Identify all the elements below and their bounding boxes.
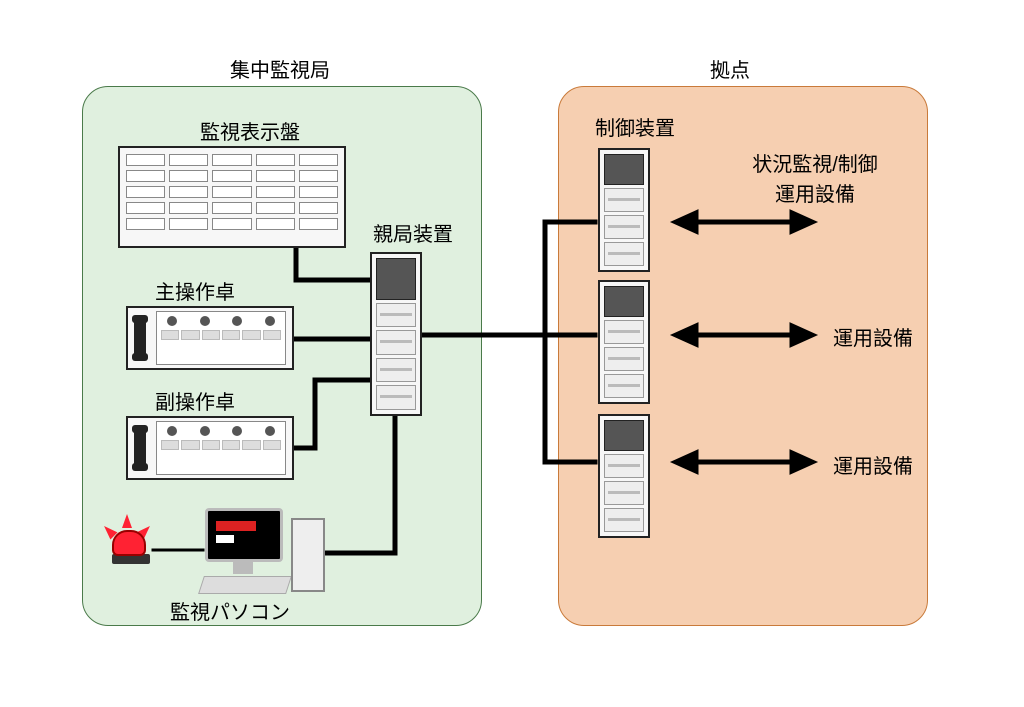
site-rack-3-icon — [598, 414, 650, 538]
monitor-pc-label: 監視パソコン — [150, 596, 310, 625]
controller-label: 制御装置 — [580, 112, 690, 141]
site-rack-3-text: 運用設備 — [818, 450, 928, 479]
header-site: 拠点 — [690, 54, 770, 83]
site-rack-2-icon — [598, 280, 650, 404]
site-rack-1-icon — [598, 148, 650, 272]
display-board-icon — [118, 146, 346, 248]
main-console-label: 主操作卓 — [140, 276, 250, 305]
warning-light-icon — [112, 530, 150, 564]
master-unit-label: 親局装置 — [358, 218, 468, 247]
header-central-station: 集中監視局 — [200, 54, 360, 83]
monitor-pc-icon — [205, 508, 335, 598]
master-unit-rack-icon — [370, 252, 422, 416]
sub-console-icon — [126, 416, 294, 480]
site-rack-1-text: 状況監視/制御 運用設備 — [700, 150, 930, 210]
main-console-icon — [126, 306, 294, 370]
display-board-label: 監視表示盤 — [175, 116, 325, 145]
diagram-stage: 集中監視局 拠点 — [0, 0, 1024, 707]
site-rack-2-text: 運用設備 — [818, 322, 928, 351]
sub-console-label: 副操作卓 — [140, 386, 250, 415]
